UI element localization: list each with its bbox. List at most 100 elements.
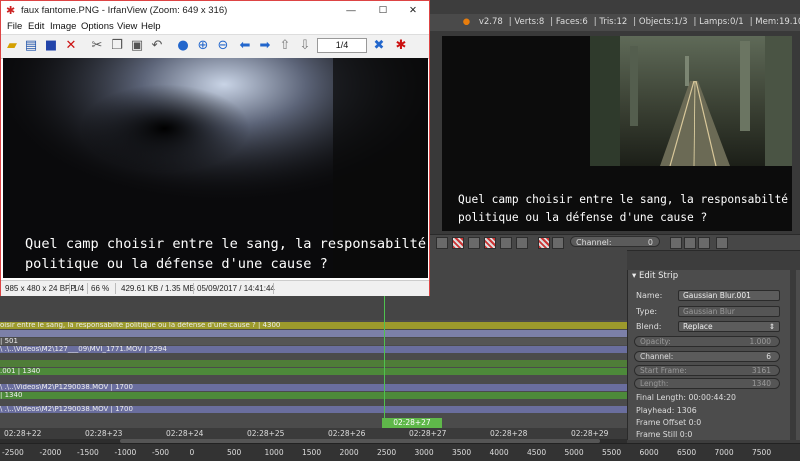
view-button[interactable]	[436, 237, 448, 249]
copy-icon[interactable]: ❐	[109, 38, 125, 54]
edit-strip-panel: ▾ Edit Strip Name: Gaussian Blur.001 Typ…	[627, 270, 800, 440]
frame-tick-label: 2500	[377, 448, 397, 457]
next-icon[interactable]: ➡	[257, 38, 273, 54]
alpha-channel-icon[interactable]	[484, 237, 496, 249]
properties-scrollbar[interactable]	[790, 270, 796, 440]
type-label: Type:	[636, 307, 658, 316]
menu-help[interactable]: Help	[141, 21, 161, 32]
undo-icon[interactable]: ↶	[149, 38, 165, 54]
image-view[interactable]: Quel camp choisir entre le sang, la resp…	[3, 58, 428, 278]
open-folder-icon[interactable]: ▰	[4, 38, 20, 54]
proxy-icon[interactable]	[552, 237, 564, 249]
image-icon[interactable]	[670, 237, 682, 249]
frame-tick-label: 6500	[677, 448, 697, 457]
status-date: 05/09/2017 / 14:41:44	[197, 284, 275, 293]
slideshow-icon[interactable]: ▤	[23, 38, 39, 54]
start-frame-field[interactable]: Start Frame: 3161	[634, 365, 780, 376]
sequence-strip[interactable]: | 501	[0, 338, 627, 345]
zoom-in-icon[interactable]: ⊕	[195, 38, 211, 54]
objects-text: Objects:1/3	[638, 17, 688, 27]
gpencil-icon[interactable]	[716, 237, 728, 249]
window-title: faux fantome.PNG - IrfanView (Zoom: 649 …	[21, 5, 228, 16]
menu-image[interactable]: Image	[50, 21, 76, 32]
channel-field[interactable]: Channel: 6	[634, 351, 780, 362]
image-subtitle-line2: politique ou la défense d'une cause ?	[25, 256, 328, 272]
irfanview-exit-icon[interactable]: ✱	[393, 38, 409, 54]
minimize-button[interactable]: —	[341, 1, 361, 21]
close-button[interactable]: ✕	[403, 1, 423, 21]
info-icon[interactable]: ●	[175, 38, 191, 54]
overlay-icon[interactable]	[516, 237, 528, 249]
sequence-strip[interactable]: | 1340	[0, 392, 627, 399]
frame-still-text: Frame Still 0:0	[636, 430, 693, 439]
menu-options[interactable]: Options	[81, 21, 114, 32]
sequence-strip[interactable]: \ .\..\Videos\M2\P1290038.MOV | 1700	[0, 406, 627, 413]
preview-frame: Quel camp choisir entre le sang, la resp…	[442, 36, 792, 231]
menu-file[interactable]: File	[7, 21, 22, 32]
sequence-strip[interactable]: \ .\..\Videos\M2\P1290038.MOV | 1700	[0, 384, 627, 391]
timeline-tick-label: 02:28+22	[4, 429, 42, 438]
preview-toolbar: Channel: 0	[430, 234, 800, 251]
sequence-strip[interactable]	[0, 360, 627, 367]
sequencer-preview-area[interactable]: Quel camp choisir entre le sang, la resp…	[430, 31, 800, 234]
length-field[interactable]: Length: 1340	[634, 378, 780, 389]
status-zoom: 66 %	[91, 284, 110, 293]
view-settings-icon[interactable]	[684, 237, 696, 249]
zoom-out-icon[interactable]: ⊖	[215, 38, 231, 54]
frame-tick-label: -1000	[114, 448, 137, 457]
version-text: v2.78	[478, 17, 503, 27]
frame-tick-label: -500	[152, 448, 170, 457]
menu-view[interactable]: View	[117, 21, 137, 32]
preview-subtitle-line1: Quel camp choisir entre le sang, la resp…	[458, 193, 789, 206]
frame-ruler[interactable]: -2500 -2000 -1500 -1000 -500 0 500 1000 1500 2000…	[0, 443, 800, 461]
tris-text: Tris:12	[599, 17, 628, 27]
sequence-strip[interactable]: oisir entre le sang, la responsabilté po…	[0, 322, 627, 329]
timeline-tick-label: 02:28+28	[490, 429, 528, 438]
mem-text: Mem:19.10M (253.73M)	[755, 17, 800, 27]
frame-tick-label: -1500	[77, 448, 99, 457]
edit-strip-header[interactable]: ▾ Edit Strip	[628, 270, 788, 283]
type-field: Gaussian Blur	[678, 306, 780, 317]
frame-tick-label: 3500	[452, 448, 472, 457]
playhead-label: 02:28+27	[382, 418, 442, 428]
playhead-text: Playhead: 1306	[636, 406, 697, 415]
sequence-strip[interactable]	[0, 330, 627, 337]
display-channel-icon[interactable]	[452, 237, 464, 249]
blend-label: Blend:	[636, 322, 662, 331]
preview-channel-field[interactable]: Channel: 0	[570, 236, 660, 247]
irfanview-logo-icon: ✱	[6, 5, 16, 17]
save-icon[interactable]: ■	[43, 38, 59, 54]
sequence-strip[interactable]: .001 | 1340	[0, 368, 627, 375]
blend-dropdown[interactable]: Replace ⇕	[678, 321, 780, 332]
delete-icon[interactable]: ✕	[63, 38, 79, 54]
faces-text: Faces:6	[555, 17, 588, 27]
grid-toggle-icon[interactable]	[538, 237, 550, 249]
verts-text: Verts:8	[514, 17, 545, 27]
status-page: 1/4	[73, 284, 85, 293]
maximize-button[interactable]: ☐	[373, 1, 393, 21]
first-page-icon[interactable]: ⇧	[277, 38, 293, 54]
render-icon[interactable]	[698, 237, 710, 249]
irfanview-toolbar: ▰ ▤ ■ ✕ ✂ ❐ ▣ ↶ ● ⊕ ⊖ ⬅ ➡ ⇧ ⇩ 1/4 ✖ ✱	[1, 34, 429, 59]
irfanview-titlebar[interactable]: ✱ faux fantome.PNG - IrfanView (Zoom: 64…	[1, 1, 429, 21]
settings-icon[interactable]: ✖	[371, 38, 387, 54]
previous-icon[interactable]: ⬅	[237, 38, 253, 54]
frame-tick-label: 4000	[489, 448, 509, 457]
cut-icon[interactable]: ✂	[89, 38, 105, 54]
timeline-tick-label: 02:28+23	[85, 429, 123, 438]
image-subtitle-line1: Quel camp choisir entre le sang, la resp…	[25, 236, 427, 252]
color-channel-icon[interactable]	[500, 237, 512, 249]
timeline-tick-label: 02:28+25	[247, 429, 285, 438]
opacity-slider[interactable]: Opacity: 1.000	[634, 336, 780, 347]
page-number-field[interactable]: 1/4	[317, 38, 367, 53]
timeline-tick-label: 02:28+24	[166, 429, 204, 438]
sequence-strip[interactable]: \ .\..\Videos\M2\127___09\MVI_1771.MOV |…	[0, 346, 627, 353]
last-page-icon[interactable]: ⇩	[297, 38, 313, 54]
frame-tick-label: 0	[189, 448, 195, 457]
paste-icon[interactable]: ▣	[129, 38, 145, 54]
name-field[interactable]: Gaussian Blur.001	[678, 290, 780, 301]
frame-tick-label: 3000	[414, 448, 434, 457]
menu-edit[interactable]: Edit	[28, 21, 44, 32]
display-mode-icon[interactable]	[468, 237, 480, 249]
timeline-tick-label: 02:28+26	[328, 429, 366, 438]
